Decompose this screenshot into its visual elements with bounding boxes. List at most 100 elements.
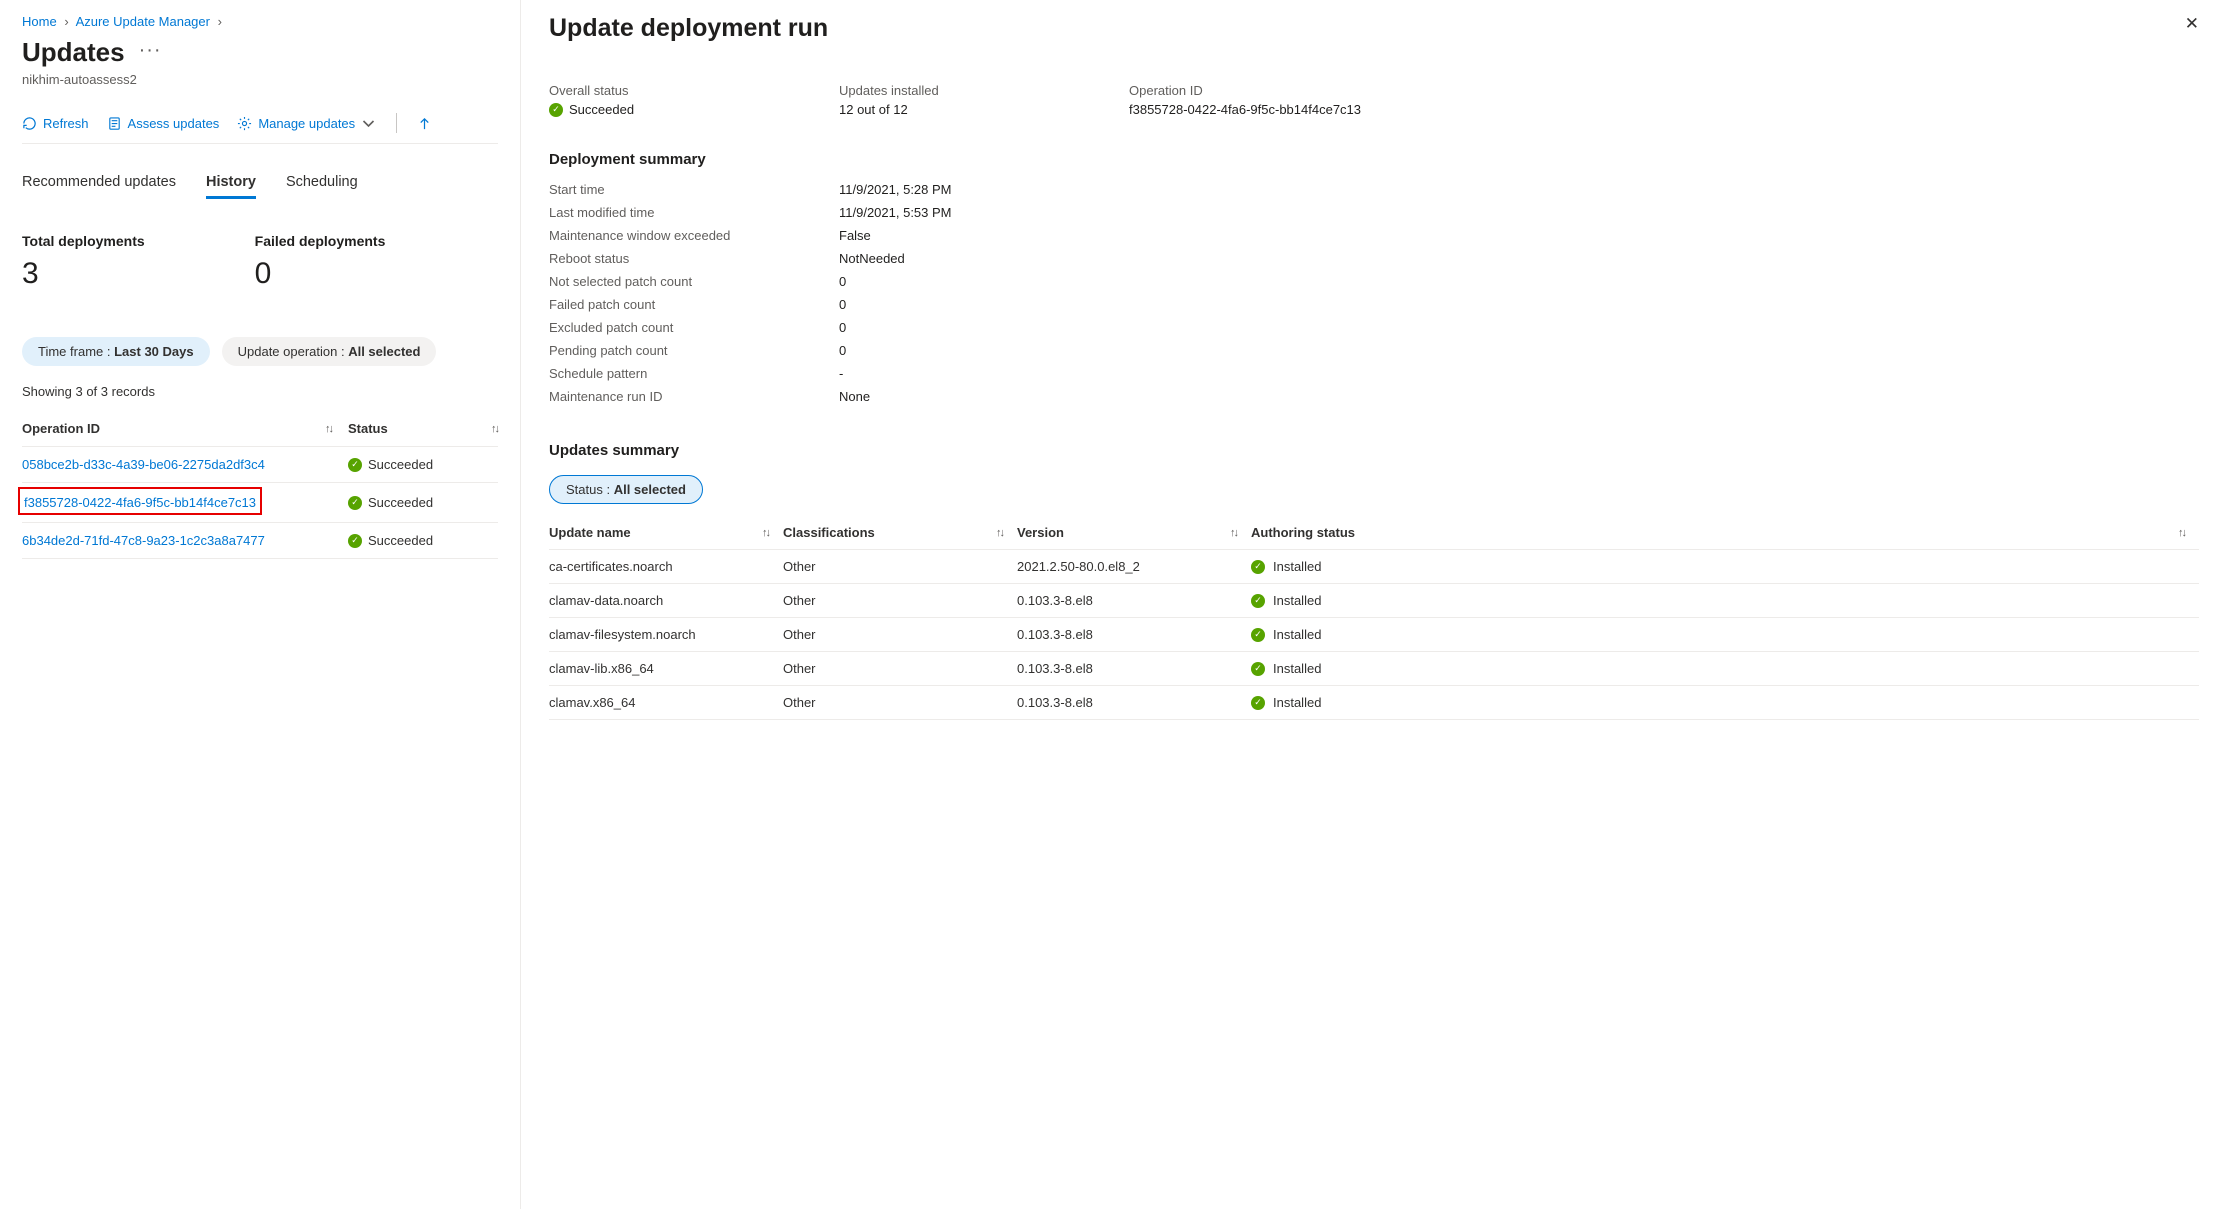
summary-value: NotNeeded: [839, 251, 905, 266]
sort-icon: ↑↓: [491, 423, 498, 435]
filter-timeframe[interactable]: Time frame : Last 30 Days: [22, 337, 210, 366]
manage-button[interactable]: Manage updates: [237, 116, 376, 131]
summary-key: Last modified time: [549, 205, 839, 220]
table-row: f3855728-0422-4fa6-9f5c-bb14f4ce7c13 ✓ Suc…: [22, 483, 498, 523]
sort-icon: ↑↓: [1230, 527, 1237, 539]
check-icon: ✓: [348, 458, 362, 472]
breadcrumb: Home › Azure Update Manager ›: [22, 14, 498, 29]
filter-operation-label: Update operation :: [238, 344, 345, 359]
breadcrumb-aum[interactable]: Azure Update Manager: [76, 14, 210, 29]
update-classification: Other: [783, 627, 1017, 642]
toolbar: Refresh Assess updates Manage updates: [22, 113, 498, 144]
operation-id-link[interactable]: 6b34de2d-71fd-47c8-9a23-1c2c3a8a7477: [22, 533, 265, 548]
refresh-button[interactable]: Refresh: [22, 116, 89, 131]
stat-failed-value: 0: [255, 257, 386, 291]
summary-value: 11/9/2021, 5:53 PM: [839, 205, 952, 220]
update-classification: Other: [783, 661, 1017, 676]
col-authoring-status[interactable]: Authoring status↑↓: [1251, 525, 2199, 540]
status-filter-label: Status :: [566, 482, 610, 497]
toolbar-separator: [396, 113, 397, 133]
update-version: 0.103.3-8.el8: [1017, 627, 1251, 642]
summary-row: Maintenance window exceededFalse: [549, 224, 2199, 247]
sort-icon: ↑↓: [2178, 527, 2185, 539]
status-text: Succeeded: [368, 495, 433, 510]
main-content: Home › Azure Update Manager › Updates ··…: [0, 0, 520, 1209]
summary-value: -: [839, 366, 843, 381]
summary-value: 0: [839, 320, 846, 335]
stat-total: Total deployments 3: [22, 233, 145, 291]
check-icon: ✓: [1251, 594, 1265, 608]
tab-scheduling[interactable]: Scheduling: [286, 174, 358, 199]
update-name: clamav-lib.x86_64: [549, 661, 783, 676]
operation-id-link[interactable]: f3855728-0422-4fa6-9f5c-bb14f4ce7c13: [24, 495, 256, 510]
gear-icon: [237, 116, 252, 131]
breadcrumb-home[interactable]: Home: [22, 14, 57, 29]
summary-key: Reboot status: [549, 251, 839, 266]
clipboard-icon: [107, 116, 122, 131]
check-icon: ✓: [1251, 696, 1265, 710]
update-classification: Other: [783, 695, 1017, 710]
col-status[interactable]: Status ↑↓: [348, 421, 498, 436]
chevron-down-icon: [361, 116, 376, 131]
update-authoring-status: ✓Installed: [1251, 661, 2199, 676]
update-authoring-status: ✓Installed: [1251, 559, 2199, 574]
upload-button[interactable]: [417, 116, 432, 131]
summary-key: Maintenance run ID: [549, 389, 839, 404]
table-row: clamav-data.noarchOther0.103.3-8.el8✓Ins…: [549, 584, 2199, 618]
update-classification: Other: [783, 593, 1017, 608]
update-authoring-status: ✓Installed: [1251, 695, 2199, 710]
col-operation-id[interactable]: Operation ID ↑↓: [22, 421, 348, 436]
deployments-grid: Operation ID ↑↓ Status ↑↓ 058bce2b-d33c-…: [22, 411, 498, 559]
update-name: clamav-filesystem.noarch: [549, 627, 783, 642]
records-count: Showing 3 of 3 records: [22, 384, 498, 399]
filter-operation[interactable]: Update operation : All selected: [222, 337, 437, 366]
summary-key: Excluded patch count: [549, 320, 839, 335]
sort-icon: ↑↓: [996, 527, 1003, 539]
updates-grid-header: Update name↑↓ Classifications↑↓ Version↑…: [549, 516, 2199, 550]
summary-row: Maintenance run IDNone: [549, 385, 2199, 408]
summary-row: Start time11/9/2021, 5:28 PM: [549, 178, 2199, 201]
stat-failed-label: Failed deployments: [255, 233, 386, 249]
col-update-name[interactable]: Update name↑↓: [549, 525, 783, 540]
col-version[interactable]: Version↑↓: [1017, 525, 1251, 540]
update-name: clamav-data.noarch: [549, 593, 783, 608]
stat-total-value: 3: [22, 257, 145, 291]
tab-history[interactable]: History: [206, 174, 256, 199]
overall-status-label: Overall status: [549, 83, 839, 98]
summary-key: Failed patch count: [549, 297, 839, 312]
filter-timeframe-label: Time frame :: [38, 344, 110, 359]
updates-installed-label: Updates installed: [839, 83, 1129, 98]
summary-row: Last modified time11/9/2021, 5:53 PM: [549, 201, 2199, 224]
close-icon[interactable]: ✕: [2185, 14, 2199, 34]
update-name: ca-certificates.noarch: [549, 559, 783, 574]
stat-failed: Failed deployments 0: [255, 233, 386, 291]
status-text: Succeeded: [368, 457, 433, 472]
selected-row-highlight: f3855728-0422-4fa6-9f5c-bb14f4ce7c13: [18, 487, 262, 515]
status-cell: ✓ Succeeded: [348, 495, 498, 510]
operation-id-label: Operation ID: [1129, 83, 2199, 98]
col-classifications[interactable]: Classifications↑↓: [783, 525, 1017, 540]
panel-title: Update deployment run: [549, 14, 828, 43]
operation-id-link[interactable]: 058bce2b-d33c-4a39-be06-2275da2df3c4: [22, 457, 265, 472]
stats: Total deployments 3 Failed deployments 0: [22, 233, 498, 291]
summary-value: 11/9/2021, 5:28 PM: [839, 182, 952, 197]
chevron-icon: ›: [64, 14, 68, 29]
status-cell: ✓Succeeded: [348, 533, 498, 548]
grid-header: Operation ID ↑↓ Status ↑↓: [22, 411, 498, 447]
filter-timeframe-value: Last 30 Days: [114, 344, 194, 359]
summary-value: 0: [839, 274, 846, 289]
summary-row: Excluded patch count0: [549, 316, 2199, 339]
sort-icon: ↑↓: [325, 423, 332, 435]
more-icon[interactable]: ···: [139, 39, 162, 66]
status-filter[interactable]: Status : All selected: [549, 475, 703, 504]
tab-recommended[interactable]: Recommended updates: [22, 174, 176, 199]
manage-label: Manage updates: [258, 116, 355, 131]
overview: Overall status ✓ Succeeded Updates insta…: [549, 83, 2199, 117]
update-version: 0.103.3-8.el8: [1017, 695, 1251, 710]
check-icon: ✓: [348, 496, 362, 510]
update-authoring-status: ✓Installed: [1251, 593, 2199, 608]
overall-status-value: ✓ Succeeded: [549, 102, 839, 117]
table-row: clamav.x86_64Other0.103.3-8.el8✓Installe…: [549, 686, 2199, 720]
assess-button[interactable]: Assess updates: [107, 116, 220, 131]
summary-key: Start time: [549, 182, 839, 197]
